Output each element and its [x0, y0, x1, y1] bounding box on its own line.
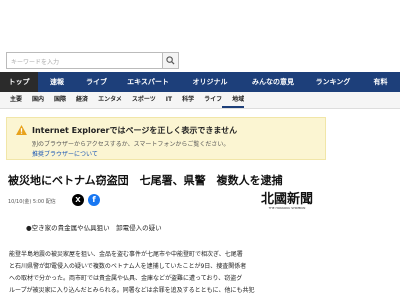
- article-subhead: ●空き家の貴金属や仏具狙い 卸電侵入の疑い: [26, 224, 162, 232]
- warning-text: 別のブラウザーからアクセスするか、スマートフォンからご覧ください。: [32, 141, 230, 148]
- article-body: 能登半島地震の被災家屋を狙い、金品を盗む事件が七尾市や中能登町で相次ぎ、七尾署 …: [9, 249, 329, 297]
- search-input[interactable]: キーワードを入力: [6, 52, 163, 69]
- warning-icon: [16, 125, 27, 135]
- browser-warning: Internet Explorerではページを正しく表示できません 別のブラウザ…: [6, 117, 326, 160]
- category-main[interactable]: 主要: [0, 92, 22, 108]
- category-domestic[interactable]: 国内: [22, 92, 44, 108]
- source-logo-text: 北國新聞: [261, 191, 313, 207]
- category-economy[interactable]: 経済: [66, 92, 88, 108]
- body-line: 能登半島地震の被災家屋を狙い、金品を盗む事件が七尾市や中能登町で相次ぎ、七尾署: [9, 251, 243, 258]
- body-line: への取材で分かった。両市町では貴金属や仏具、金庫などが盗難に遭っており、窃盗グ: [9, 275, 243, 282]
- nav-item-opinion[interactable]: みんなの意見: [241, 72, 305, 92]
- source-logo-subtext: THE HOKKOKU SHIMBUN: [268, 206, 306, 210]
- x-share-icon[interactable]: X: [72, 194, 84, 206]
- main-nav: トップ 速報 ライブ エキスパート オリジナル みんなの意見 ランキング 有料: [0, 72, 400, 92]
- category-local[interactable]: 地域: [222, 92, 245, 108]
- facebook-share-icon[interactable]: f: [88, 194, 100, 206]
- recommended-browsers-link[interactable]: 推奨ブラウザーについて: [32, 149, 98, 158]
- category-entertainment[interactable]: エンタメ: [88, 92, 122, 108]
- category-sports[interactable]: スポーツ: [122, 92, 156, 108]
- category-nav: 主要 国内 国際 経済 エンタメ スポーツ IT 科学 ライフ 地域: [0, 92, 400, 109]
- category-it[interactable]: IT: [156, 92, 172, 108]
- nav-item-top[interactable]: トップ: [0, 72, 38, 92]
- nav-item-original[interactable]: オリジナル: [179, 72, 241, 92]
- nav-item-expert[interactable]: エキスパート: [117, 72, 179, 92]
- nav-item-ranking[interactable]: ランキング: [305, 72, 361, 92]
- article-headline: 被災地にベトナム窃盗団 七尾署、県警 複数人を逮捕: [8, 174, 283, 187]
- category-life[interactable]: ライフ: [194, 92, 222, 108]
- search-button[interactable]: [163, 52, 179, 69]
- nav-item-paid[interactable]: 有料: [361, 72, 400, 92]
- publish-date: 10/10(金) 5:00 配信: [8, 199, 56, 205]
- nav-item-breaking[interactable]: 速報: [38, 72, 76, 92]
- category-science[interactable]: 科学: [172, 92, 194, 108]
- category-world[interactable]: 国際: [44, 92, 66, 108]
- source-logo[interactable]: 北國新聞 THE HOKKOKU SHIMBUN: [248, 191, 326, 210]
- body-line: と石川県警が卸電侵入の疑いで複数のベトナム人を逮捕していたことが9日、捜査関係者: [9, 263, 247, 270]
- warning-title: Internet Explorerではページを正しく表示できません: [32, 126, 238, 135]
- body-line: ループが被災家に入り込んだとみられる。同署などは余罪を追及するとともに、他にも共…: [9, 287, 255, 294]
- nav-item-live[interactable]: ライブ: [76, 72, 117, 92]
- search-bar: キーワードを入力: [0, 48, 400, 72]
- search-icon: [166, 56, 175, 65]
